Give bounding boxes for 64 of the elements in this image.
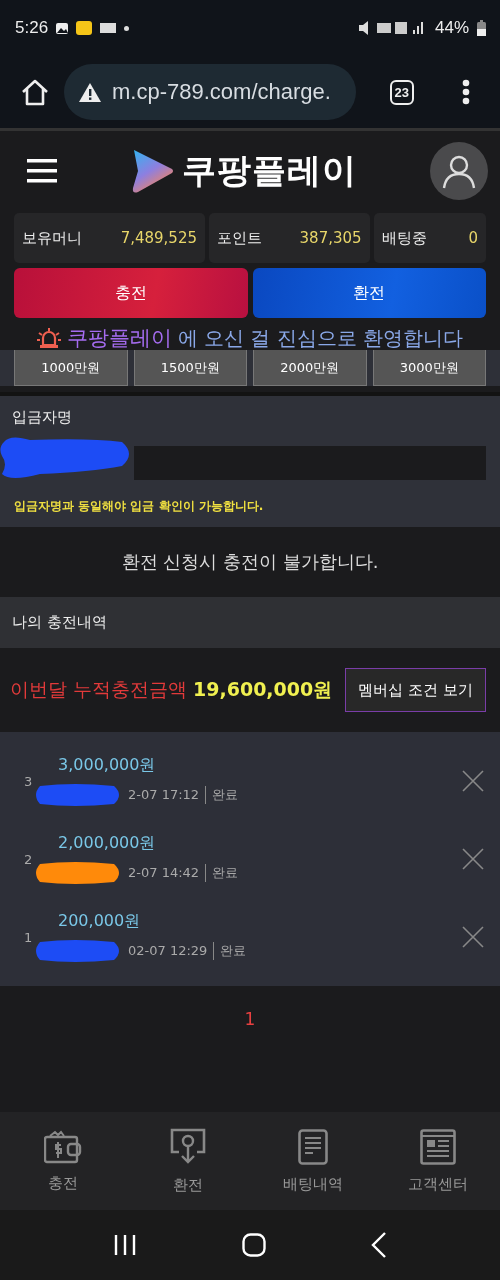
welcome-brand: 쿠팡플레이 [66,325,172,352]
amount-button[interactable]: 3000만원 [372,350,486,386]
warning-icon [78,81,102,103]
balance-value: 0 [468,229,478,247]
page-number[interactable]: 1 [244,1009,256,1029]
alarm-light-icon [36,327,61,349]
amount-button[interactable]: 1500만원 [133,350,247,386]
close-icon[interactable] [462,926,484,948]
membership-button[interactable]: 멤버십 조건 보기 [345,668,486,712]
battery-level: 44% [434,18,469,38]
battery-icon [477,20,486,36]
nav-item[interactable]: 고객센터 [375,1128,500,1194]
entry-status: 완료 [220,941,247,960]
nav-item[interactable]: 배팅내역 [250,1128,375,1194]
balance-value: 387,305 [299,229,362,247]
close-icon[interactable] [462,848,484,870]
menu-icon[interactable] [27,158,57,184]
welcome-message: 에 오신 걸 진심으로 환영합니다 [177,324,464,352]
close-icon[interactable] [462,770,484,792]
app-notification-icon [100,23,117,33]
nav-item[interactable]: 환전 [125,1127,250,1195]
charge-button[interactable]: 충전 [14,268,248,318]
entry-number: 2 [24,851,34,867]
entry-number: 3 [24,773,34,789]
amount-button[interactable]: 1000만원 [14,350,128,386]
depositor-name-field[interactable] [134,446,486,480]
app-notification-icon [76,21,93,35]
logo-text: 쿠팡플레이 [182,149,357,192]
entry-amount: 3,000,000원 [58,754,157,776]
section-title: 나의 충전내역 [12,613,107,632]
back-icon[interactable] [371,1232,388,1258]
balance-label: 포인트 [216,228,262,248]
field-label: 입금자명 [11,408,73,428]
document-icon [297,1128,328,1165]
total-value: 19,600,000원 [193,677,333,702]
entry-time: 2-07 14:42 [128,865,200,880]
home-icon[interactable] [20,78,50,106]
tab-count-button[interactable]: 23 [389,79,414,105]
entry-status: 완료 [212,785,239,804]
nav-item[interactable]: 충전 [0,1129,125,1193]
entry-time: 2-07 17:12 [128,787,200,802]
balance-label: 보유머니 [22,228,82,248]
more-icon[interactable] [462,79,470,105]
address-bar[interactable]: m.cp-789.com/charge. [64,64,356,120]
newspaper-icon [419,1128,456,1165]
amount-button[interactable]: 2000만원 [253,350,367,386]
entry-time: 02-07 12:29 [128,943,208,958]
recent-apps-icon[interactable] [112,1234,137,1256]
dot-icon [124,25,130,31]
exchange-button[interactable]: 환전 [252,268,486,318]
wallet-icon [43,1129,82,1164]
balance-value: 7,489,525 [120,229,197,247]
entry-number: 1 [24,929,34,945]
home-button-icon[interactable] [242,1233,266,1257]
hint-text: 입금자명과 동일해야 입금 확인이 가능합니다. [13,498,265,515]
balance-label: 배팅중 [381,228,427,248]
total-label: 이번달 누적충전금액 [10,677,188,702]
withdraw-icon [168,1127,207,1166]
entry-amount: 2,000,000원 [58,832,157,854]
play-logo-icon [130,148,174,194]
status-time: 5:26 [15,18,49,38]
entry-status: 완료 [212,863,239,882]
gallery-icon [56,22,69,34]
entry-amount: 200,000원 [58,910,142,932]
